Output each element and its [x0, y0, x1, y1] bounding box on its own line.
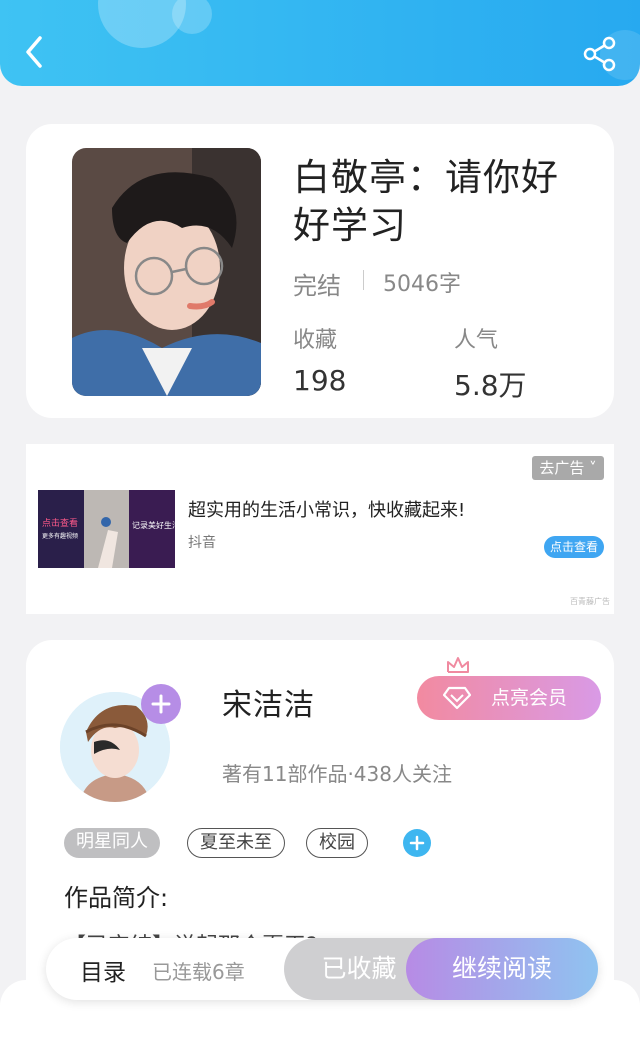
author-meta: 著有11部作品·438人关注: [222, 762, 452, 786]
vip-button-label: 点亮会员: [491, 687, 568, 709]
tag-item[interactable]: 明星同人: [64, 828, 160, 858]
ad-image-text-left-sub: 更多有趣视频: [42, 532, 78, 540]
follow-author-button[interactable]: [141, 684, 181, 724]
ad-banner[interactable]: 去广告 ˅ 点击查看 更多有趣视频 记录美好生活 超实用的生活小常识，快收藏起来…: [26, 444, 614, 614]
popularity-label: 人气: [454, 328, 499, 353]
ad-footnote: 百青藤广告: [570, 597, 610, 606]
word-count: 5046字: [383, 272, 461, 297]
back-button[interactable]: [20, 32, 52, 72]
book-title: 白敬亭：请你好好学习: [293, 156, 559, 247]
plus-icon: [151, 694, 171, 714]
book-cover-image[interactable]: [72, 148, 261, 396]
continue-reading-button[interactable]: 继续阅读: [406, 938, 598, 1000]
top-header: [0, 0, 640, 86]
serial-status: 已连载6章: [152, 960, 245, 984]
remove-ad-button[interactable]: 去广告 ˅: [532, 456, 604, 480]
divider: [363, 270, 364, 290]
ad-image-text-right: 记录美好生活: [132, 520, 175, 530]
collect-count: 198: [293, 364, 347, 397]
ad-title[interactable]: 超实用的生活小常识，快收藏起来!: [188, 496, 465, 522]
decor-bubble: [172, 0, 212, 34]
crown-icon: [447, 657, 469, 673]
ad-image[interactable]: 点击查看 更多有趣视频 记录美好生活: [38, 490, 175, 568]
plus-icon: [409, 835, 425, 851]
share-icon: [583, 36, 616, 72]
ad-cta-button[interactable]: 点击查看: [544, 536, 604, 558]
diamond-icon: [443, 686, 471, 710]
tag-item[interactable]: 校园: [306, 828, 368, 858]
author-name[interactable]: 宋洁洁: [222, 680, 315, 724]
book-status: 完结: [293, 272, 341, 300]
book-info-card: 白敬亭：请你好好学习 完结 5046字 收藏 人气 198 5.8万: [26, 124, 614, 418]
chevron-left-icon: [26, 36, 42, 68]
intro-label: 作品简介:: [64, 884, 169, 912]
collect-label: 收藏: [293, 328, 338, 353]
tag-item[interactable]: 夏至未至: [187, 828, 285, 858]
table-of-contents-button[interactable]: 目录: [80, 953, 126, 987]
bottom-action-bar: 目录 已连载6章 已收藏 继续阅读: [46, 938, 598, 1000]
ad-source: 抖音: [188, 535, 216, 551]
popularity-count: 5.8万: [454, 369, 527, 402]
add-tag-button[interactable]: [403, 829, 431, 857]
ad-image-text-left: 点击查看: [42, 517, 78, 529]
activate-vip-button[interactable]: 点亮会员: [417, 676, 601, 720]
share-button[interactable]: [580, 34, 620, 74]
